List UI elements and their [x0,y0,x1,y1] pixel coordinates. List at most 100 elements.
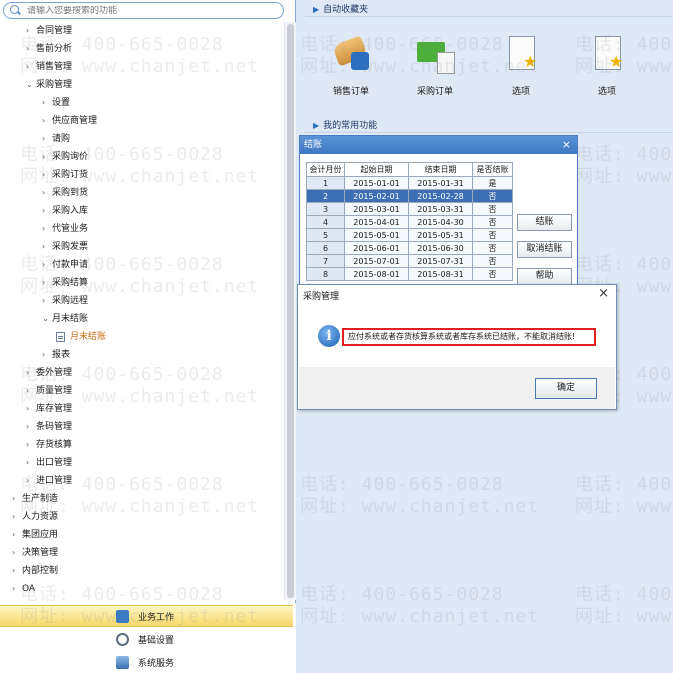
chevron-right-icon[interactable]: › [12,526,22,544]
chevron-right-icon[interactable]: › [26,454,36,472]
tree-item[interactable]: › 进口管理 [26,472,72,490]
chevron-right-icon[interactable]: › [26,418,36,436]
tree-scrollbar[interactable] [284,22,296,600]
tree-item[interactable]: › 决策管理 [12,544,58,562]
chevron-right-icon[interactable]: › [42,202,52,220]
tree-item[interactable]: › 条码管理 [26,418,72,436]
search-box[interactable] [3,2,284,19]
chevron-right-icon[interactable]: › [42,346,52,364]
chevron-right-icon[interactable]: › [42,166,52,184]
favorite-options-1[interactable]: 选项 [486,34,556,97]
table-row[interactable]: 3 2015-03-01 2015-03-31 否 [306,202,513,216]
tree-item[interactable]: › 代管业务 [42,220,88,238]
info-icon: i [318,325,340,347]
table-row[interactable]: 7 2015-07-01 2015-07-31 否 [306,254,513,268]
chevron-right-icon[interactable]: › [12,490,22,508]
chevron-right-icon[interactable]: › [26,40,36,58]
tree-item[interactable]: › 生产制造 [12,490,58,508]
chevron-right-icon[interactable]: › [26,472,36,490]
table-cell-start: 2015-02-01 [344,189,409,203]
table-row[interactable]: 5 2015-05-01 2015-05-31 否 [306,228,513,242]
scrollbar-thumb[interactable] [287,24,294,598]
help-button[interactable]: 帮助 [517,268,572,285]
cancel-settle-button[interactable]: 取消结账 [517,241,572,258]
chevron-right-icon[interactable]: › [42,184,52,202]
tree-item[interactable]: › 集团应用 [12,526,58,544]
chevron-right-icon[interactable]: › [26,436,36,454]
chevron-right-icon[interactable]: › [12,580,22,598]
favorite-purchase-order[interactable]: 采购订单 [400,34,470,97]
tree-item[interactable]: › 采购入库 [42,202,88,220]
table-cell-start: 2015-06-01 [344,241,409,255]
tree-item[interactable]: › 委外管理 [26,364,72,382]
chevron-right-icon[interactable]: › [42,256,52,274]
chevron-right-icon[interactable]: › [42,274,52,292]
tree-item[interactable]: › 质量管理 [26,382,72,400]
table-row[interactable]: 6 2015-06-01 2015-06-30 否 [306,241,513,255]
nav-label: 系统服务 [138,658,175,669]
chevron-right-icon[interactable]: › [26,400,36,418]
chevron-right-icon[interactable]: › [12,544,22,562]
tree-item[interactable]: › 内部控制 [12,562,58,580]
table-row[interactable]: 1 2015-01-01 2015-01-31 是 [306,176,513,190]
tree-item[interactable]: › 售前分析 [26,40,72,58]
chevron-right-icon[interactable]: › [42,94,52,112]
chevron-down-icon[interactable]: ⌄ [26,76,36,94]
tree-item[interactable]: › 采购发票 [42,238,88,256]
chevron-right-icon[interactable]: › [26,58,36,76]
tree-item[interactable]: › 采购结算 [42,274,88,292]
nav-system-service[interactable]: 系统服务 [0,651,293,673]
tree-item[interactable]: › 设置 [42,94,70,112]
chevron-right-icon[interactable]: › [12,562,22,580]
tree-leaf-item[interactable]: 月末结账 [56,328,106,346]
chevron-right-icon[interactable]: › [12,508,22,526]
tree-item[interactable]: › OA [12,580,35,598]
tree-item[interactable]: › 库存管理 [26,400,72,418]
chevron-right-icon[interactable]: › [42,292,52,310]
tree-item[interactable]: › 存货核算 [26,436,72,454]
tree-item-label: 采购发票 [52,242,89,252]
tree-item[interactable]: ⌄ 采购管理 [26,76,72,94]
tree-item[interactable]: › 人力资源 [12,508,58,526]
chevron-right-icon[interactable]: › [26,382,36,400]
tree-item[interactable]: › 报表 [42,346,70,364]
tree-item[interactable]: › 采购询价 [42,148,88,166]
nav-business-work[interactable]: 业务工作 [0,605,293,627]
close-icon[interactable]: × [598,286,609,301]
favorites-section-title[interactable]: ▶ 自动收藏夹 [313,2,368,15]
tree-item-label: 采购到货 [52,188,89,198]
nav-basic-settings[interactable]: 基础设置 [0,628,293,650]
chevron-right-icon[interactable]: › [26,364,36,382]
table-row[interactable]: 8 2015-08-01 2015-08-31 否 [306,267,513,281]
tree-item[interactable]: › 供应商管理 [42,112,97,130]
table-row[interactable]: 4 2015-04-01 2015-04-30 否 [306,215,513,229]
chevron-right-icon[interactable]: › [42,220,52,238]
tree-item-label: 月末结账 [70,332,107,342]
tree-item[interactable]: › 付款申请 [42,256,88,274]
chevron-down-icon[interactable]: ⌄ [42,310,52,328]
dialog-titlebar[interactable]: 结账 × [300,136,577,154]
tree-item[interactable]: › 合同管理 [26,22,72,40]
favorite-options-2[interactable]: 选项 [572,34,642,97]
search-input[interactable] [27,5,282,16]
chevron-right-icon[interactable]: › [42,130,52,148]
chevron-right-icon[interactable]: › [42,112,52,130]
tree-item-label: 采购远程 [52,296,89,306]
chevron-right-icon[interactable]: › [42,238,52,256]
favorite-sales-order[interactable]: 销售订单 [316,34,386,97]
table-row[interactable]: 2 2015-02-01 2015-02-28 否 [306,189,513,203]
close-icon[interactable]: × [562,136,571,154]
tree-item[interactable]: › 销售管理 [26,58,72,76]
tree-item[interactable]: › 采购订货 [42,166,88,184]
tree-item[interactable]: › 采购远程 [42,292,88,310]
ok-button[interactable]: 确定 [535,378,597,399]
tree-item-label: 付款申请 [52,260,89,270]
tree-item[interactable]: › 请购 [42,130,70,148]
tree-item[interactable]: › 出口管理 [26,454,72,472]
settle-button[interactable]: 结账 [517,214,572,231]
tree-item[interactable]: › 采购到货 [42,184,88,202]
tree-item[interactable]: ⌄ 月末结账 [42,310,88,328]
chevron-right-icon[interactable]: › [26,22,36,40]
common-functions-title[interactable]: ▶ 我的常用功能 [313,118,377,131]
chevron-right-icon[interactable]: › [42,148,52,166]
